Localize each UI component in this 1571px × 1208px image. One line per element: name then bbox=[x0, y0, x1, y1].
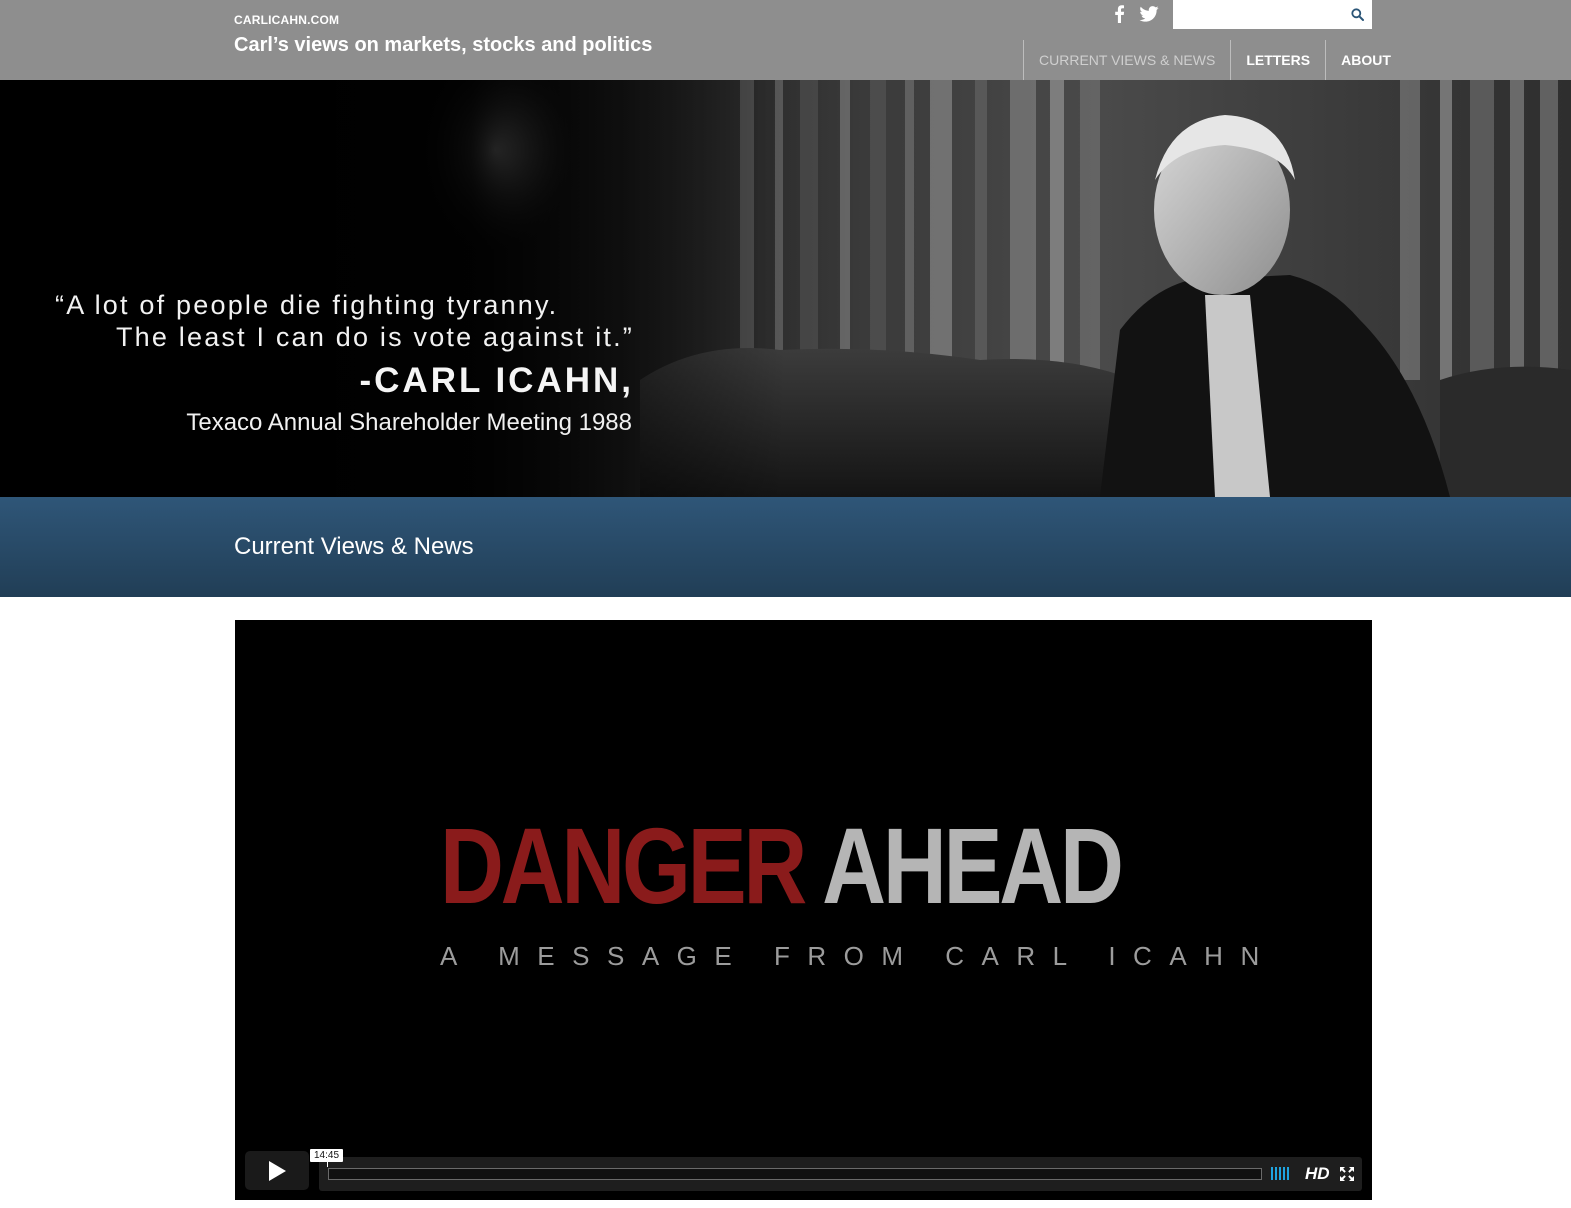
volume-icon[interactable] bbox=[1271, 1167, 1289, 1180]
play-icon bbox=[269, 1160, 286, 1181]
quote-source: Texaco Annual Shareholder Meeting 1988 bbox=[186, 409, 632, 436]
site-tagline: Carl’s views on markets, stocks and poli… bbox=[234, 34, 653, 56]
nav-item-letters[interactable]: LETTERS bbox=[1230, 40, 1325, 80]
video-subtitle: A MESSAGE FROM CARL ICAHN bbox=[440, 941, 1277, 971]
search-input[interactable] bbox=[1173, 0, 1343, 29]
quote-line-2: The least I can do is vote against it.” bbox=[115, 322, 634, 352]
video-player[interactable]: DANGER AHEAD A MESSAGE FROM CARL ICAHN H… bbox=[235, 620, 1372, 1200]
site-header: CARLICAHN.COM Carl’s views on markets, s… bbox=[0, 0, 1571, 80]
quote-line-1: “A lot of people die fighting tyranny. bbox=[55, 290, 559, 320]
video-title: DANGER AHEAD bbox=[440, 812, 1124, 920]
quote-author: -CARL ICAHN, bbox=[359, 361, 634, 400]
video-controls: HD bbox=[319, 1157, 1362, 1191]
search-box bbox=[1173, 0, 1372, 29]
section-header: Current Views & News bbox=[0, 497, 1571, 597]
facebook-icon[interactable] bbox=[1110, 4, 1128, 24]
page-title: Current Views & News bbox=[234, 533, 474, 560]
nav-item-current-views-news[interactable]: CURRENT VIEWS & NEWS bbox=[1023, 40, 1230, 80]
twitter-icon[interactable] bbox=[1137, 4, 1161, 24]
video-duration: 14:45 bbox=[310, 1149, 344, 1162]
search-icon[interactable] bbox=[1348, 5, 1366, 23]
main-nav: CURRENT VIEWS & NEWS LETTERS ABOUT bbox=[1023, 40, 1406, 80]
hd-button[interactable]: HD bbox=[1305, 1164, 1330, 1184]
video-title-ahead: AHEAD bbox=[822, 805, 1124, 926]
hero-banner: “A lot of people die fighting tyranny. T… bbox=[0, 80, 1571, 497]
progress-bar[interactable] bbox=[328, 1168, 1262, 1180]
video-title-danger: DANGER bbox=[440, 805, 807, 926]
fullscreen-icon[interactable] bbox=[1339, 1166, 1355, 1182]
nav-item-about[interactable]: ABOUT bbox=[1325, 40, 1406, 80]
site-name[interactable]: CARLICAHN.COM bbox=[234, 13, 339, 27]
play-button[interactable] bbox=[245, 1151, 309, 1190]
timestamp-pointer bbox=[327, 1162, 328, 1167]
